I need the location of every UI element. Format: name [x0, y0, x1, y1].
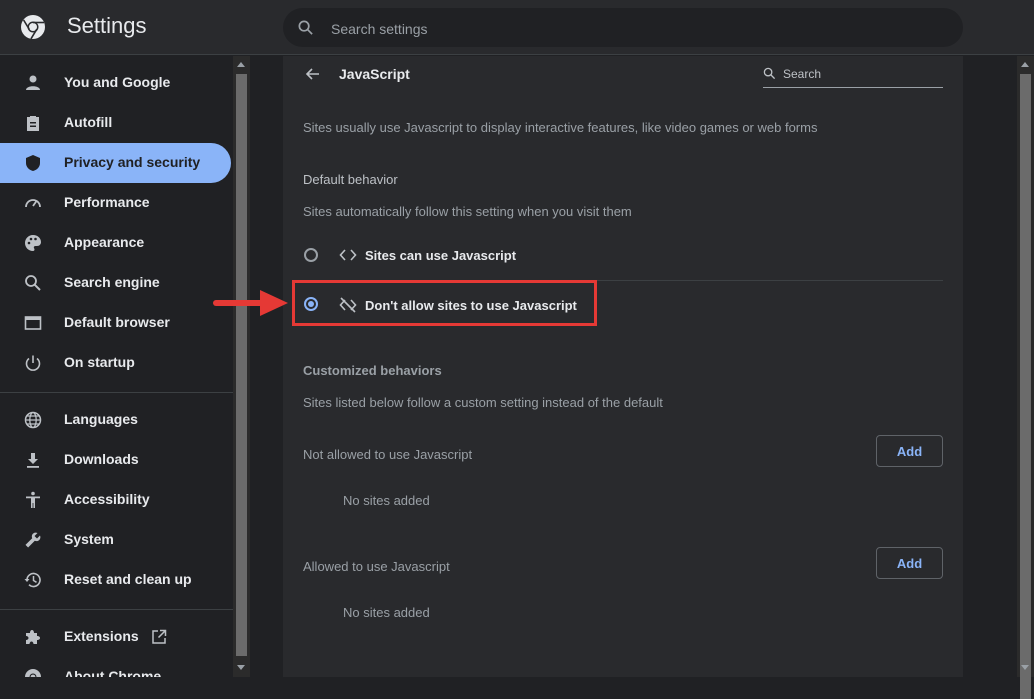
- sidebar-item-label: Accessibility: [64, 491, 150, 507]
- default-behavior-heading: Default behavior: [303, 172, 398, 187]
- sidebar-item-downloads[interactable]: Downloads: [0, 440, 231, 480]
- app-title: Settings: [67, 13, 147, 38]
- history-icon: [24, 572, 41, 588]
- sidebar-divider: [0, 392, 233, 393]
- accessibility-icon: [26, 491, 40, 508]
- chrome-icon: [25, 669, 41, 677]
- back-arrow-icon[interactable]: [303, 64, 323, 84]
- sidebar-item-languages[interactable]: Languages: [0, 400, 231, 440]
- sidebar-item-label: Autofill: [64, 114, 113, 130]
- sidebar-item-label: Extensions: [64, 628, 139, 644]
- scroll-up-arrow-icon[interactable]: [1021, 62, 1029, 67]
- sidebar-item-autofill[interactable]: Autofill: [0, 103, 231, 143]
- sidebar-item-label: Performance: [64, 194, 150, 210]
- download-icon: [27, 453, 39, 468]
- sidebar-item-appearance[interactable]: Appearance: [0, 223, 231, 263]
- annotation-highlight-box: [292, 280, 597, 326]
- customized-behaviors-subtext: Sites listed below follow a custom setti…: [303, 395, 663, 410]
- main-scroll-thumb[interactable]: [1020, 74, 1031, 699]
- sidebar-item-privacy-and-security[interactable]: Privacy and security: [0, 143, 231, 183]
- javascript-settings-card: JavaScript Sites usually use Javascript …: [283, 56, 963, 677]
- annotation-arrow-icon: [213, 290, 288, 316]
- sidebar-item-about-chrome[interactable]: About Chrome: [0, 657, 231, 677]
- allowed-label: Allowed to use Javascript: [303, 559, 450, 574]
- wrench-icon: [25, 532, 41, 548]
- sidebar-item-you-and-google[interactable]: You and Google: [0, 63, 231, 103]
- search-icon: [298, 20, 313, 35]
- browser-window-icon: [24, 316, 42, 330]
- settings-search[interactable]: [283, 8, 963, 49]
- add-allowed-button[interactable]: Add: [876, 547, 943, 579]
- open-in-new-icon: [152, 629, 167, 644]
- search-icon: [25, 275, 41, 291]
- add-not-allowed-button[interactable]: Add: [876, 435, 943, 467]
- sidebar-item-accessibility[interactable]: Accessibility: [0, 480, 231, 520]
- customized-behaviors-heading: Customized behaviors: [303, 363, 442, 378]
- sidebar-item-label: Privacy and security: [64, 154, 201, 170]
- sidebar-item-label: Downloads: [64, 451, 139, 467]
- power-icon: [25, 355, 41, 371]
- sidebar-item-on-startup[interactable]: On startup: [0, 343, 231, 383]
- globe-icon: [24, 411, 42, 429]
- default-behavior-subtext: Sites automatically follow this setting …: [303, 204, 632, 219]
- chrome-logo-icon: [21, 15, 45, 40]
- sidebar-item-search-engine[interactable]: Search engine: [0, 263, 231, 303]
- code-icon: [339, 249, 357, 261]
- page-description: Sites usually use Javascript to display …: [303, 120, 818, 135]
- page-search-input[interactable]: [781, 62, 943, 86]
- sidebar-item-label: Reset and clean up: [64, 571, 192, 587]
- settings-search-input[interactable]: [329, 8, 933, 49]
- sidebar-item-reset-and-clean-up[interactable]: Reset and clean up: [0, 560, 231, 600]
- scroll-down-arrow-icon[interactable]: [1021, 665, 1029, 670]
- sidebar-item-system[interactable]: System: [0, 520, 231, 560]
- sidebar-divider: [0, 609, 233, 610]
- person-icon: [26, 75, 40, 90]
- allowed-empty-text: No sites added: [343, 605, 430, 620]
- sidebar-item-label: Languages: [64, 411, 138, 427]
- sidebar-scrollbar[interactable]: [233, 56, 250, 677]
- sidebar-item-label: On startup: [64, 354, 135, 370]
- puzzle-icon: [26, 630, 40, 644]
- search-icon: [763, 67, 776, 80]
- scroll-down-arrow-icon[interactable]: [237, 665, 245, 670]
- scroll-up-arrow-icon[interactable]: [237, 62, 245, 67]
- option-label[interactable]: Sites can use Javascript: [365, 248, 516, 263]
- main-scrollbar[interactable]: [1017, 56, 1034, 699]
- sidebar-item-label: Appearance: [64, 234, 145, 250]
- not-allowed-label: Not allowed to use Javascript: [303, 447, 473, 462]
- sidebar-item-label: System: [64, 531, 114, 547]
- page-search[interactable]: [763, 62, 943, 88]
- sidebar-item-label: Default browser: [64, 314, 170, 330]
- top-bar: Settings: [0, 0, 1034, 55]
- sidebar-item-performance[interactable]: Performance: [0, 183, 231, 223]
- sidebar-item-label: About Chrome: [64, 668, 162, 677]
- page-title: JavaScript: [339, 66, 410, 82]
- speedometer-icon: [25, 199, 41, 208]
- not-allowed-empty-text: No sites added: [343, 493, 430, 508]
- radio-sites-can-use-javascript[interactable]: [304, 248, 318, 262]
- sidebar-item-label: You and Google: [64, 74, 171, 90]
- sidebar-item-default-browser[interactable]: Default browser: [0, 303, 231, 343]
- sidebar: You and Google Autofill Privacy and secu…: [0, 56, 233, 677]
- sidebar-scroll-thumb[interactable]: [236, 74, 247, 656]
- sidebar-item-extensions[interactable]: Extensions: [0, 617, 231, 657]
- palette-icon: [25, 235, 41, 251]
- sidebar-item-label: Search engine: [64, 274, 160, 290]
- shield-icon: [26, 155, 40, 171]
- clipboard-icon: [27, 116, 39, 131]
